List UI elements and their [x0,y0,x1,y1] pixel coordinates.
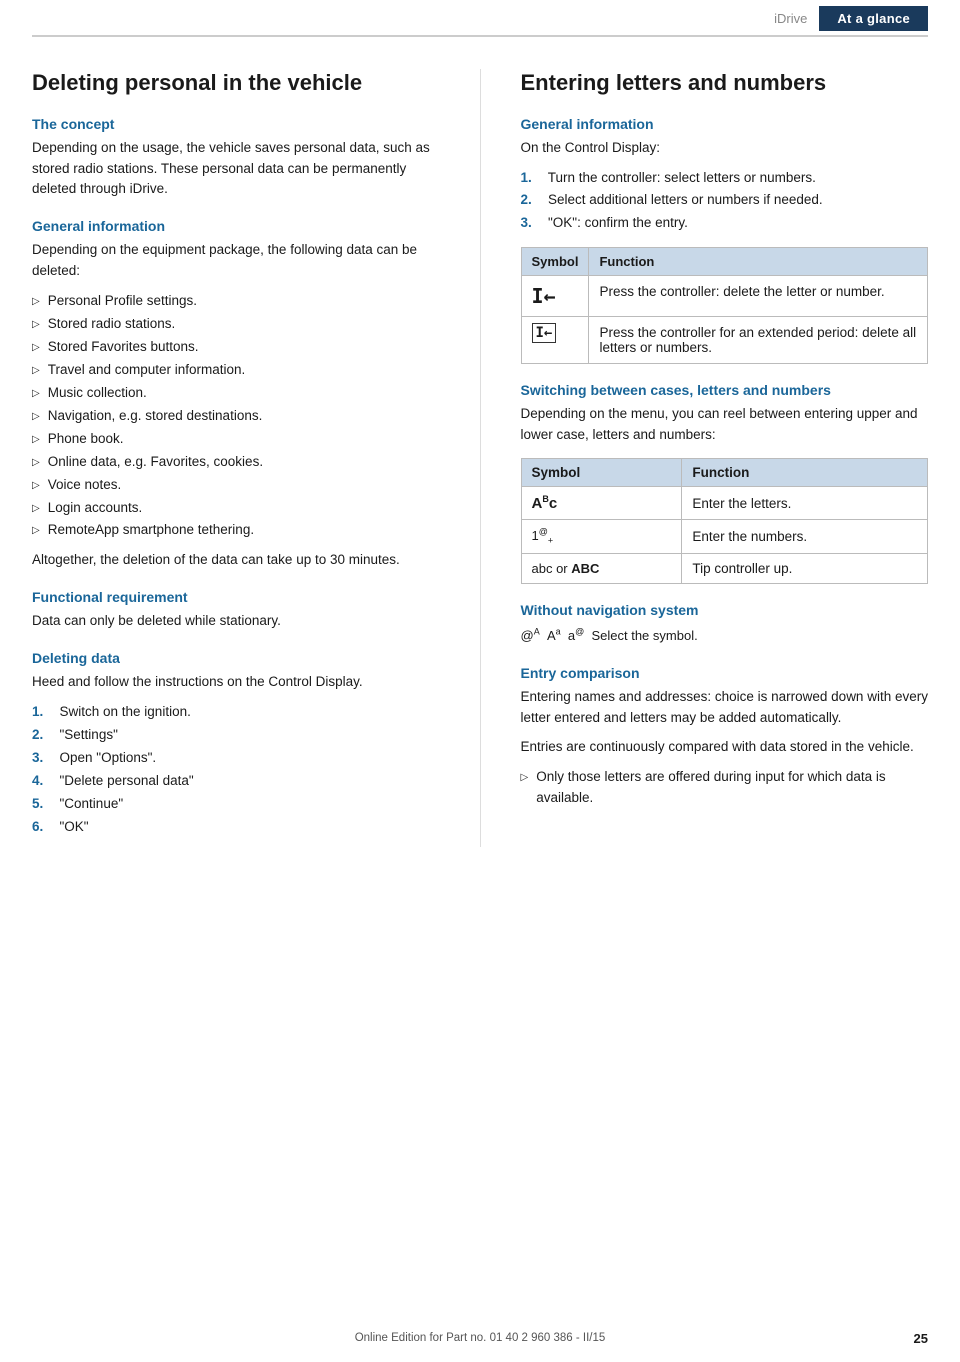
page-footer: Online Edition for Part no. 01 40 2 960 … [0,1332,960,1344]
step-item: 1. Switch on the ignition. [32,701,440,724]
functional-text: Data can only be deleted while stationar… [32,611,440,632]
general-info-after: Altogether, the deletion of the data can… [32,550,440,571]
right-main-title: Entering letters and numbers [521,69,929,98]
deleting-steps: 1. Switch on the ignition. 2. "Settings"… [32,701,440,839]
subsection-switching: Switching between cases, letters and num… [521,382,929,398]
without-nav-content: @A Aa a@ Select the symbol. [521,626,929,647]
subsection-without-nav: Without navigation system [521,602,929,618]
table-row: I← Press the controller: delete the lett… [521,276,928,317]
function-cell: Enter the numbers. [682,520,928,554]
list-item: Only those letters are offered during in… [521,766,929,810]
switch-header-function: Function [682,459,928,487]
header-brand: iDrive [32,11,819,26]
right-general-intro: On the Control Display: [521,138,929,159]
step-item: 4. "Delete personal data" [32,770,440,793]
step-item: 3. Open "Options". [32,747,440,770]
subsection-general-info-right: General information [521,116,929,132]
subsection-entry-comparison: Entry comparison [521,665,929,681]
list-item: Online data, e.g. Favorites, cookies. [32,451,440,474]
left-main-title: Deleting personal in the vehicle [32,69,440,98]
list-item: Voice notes. [32,474,440,497]
list-item: Navigation, e.g. stored destinations. [32,405,440,428]
table-row: 1@+ Enter the numbers. [521,520,928,554]
list-item: Personal Profile settings. [32,290,440,313]
entry-comparison-list: Only those letters are offered during in… [521,766,929,810]
symbol-cell: I← [521,317,589,364]
switch-table: Symbol Function ABc Enter the letters. 1… [521,458,929,584]
step-item: 2. Select additional letters or numbers … [521,189,929,212]
concept-text: Depending on the usage, the vehicle save… [32,138,440,201]
general-info-list: Personal Profile settings. Stored radio … [32,290,440,542]
footer-text: Online Edition for Part no. 01 40 2 960 … [32,1332,928,1344]
step-item: 2. "Settings" [32,724,440,747]
step-item: 6. "OK" [32,816,440,839]
switch-header-symbol: Symbol [521,459,682,487]
step-item: 1. Turn the controller: select letters o… [521,167,929,190]
right-column: Entering letters and numbers General inf… [521,69,929,847]
page-header: iDrive At a glance [32,0,928,37]
list-item: Login accounts. [32,497,440,520]
entry-comparison-text1: Entering names and addresses: choice is … [521,687,929,729]
switching-intro: Depending on the menu, you can reel betw… [521,404,929,446]
column-divider [480,69,481,847]
deleting-intro: Heed and follow the instructions on the … [32,672,440,693]
function-cell: Press the controller for an extended per… [589,317,928,364]
table-header-symbol: Symbol [521,248,589,276]
table-header-function: Function [589,248,928,276]
table-row: I← Press the controller for an extended … [521,317,928,364]
left-column: Deleting personal in the vehicle The con… [32,69,440,847]
symbol-cell: I← [521,276,589,317]
subsection-general-info: General information [32,218,440,234]
list-item: Stored radio stations. [32,313,440,336]
page-content: Deleting personal in the vehicle The con… [0,37,960,887]
function-cell: Tip controller up. [682,554,928,584]
table-row: ABc Enter the letters. [521,487,928,520]
list-item: RemoteApp smartphone tethering. [32,519,440,542]
table-row: abc or ABC Tip controller up. [521,554,928,584]
symbol-cell: abc or ABC [521,554,682,584]
subsection-deleting-data: Deleting data [32,650,440,666]
entry-comparison-text2: Entries are continuously compared with d… [521,737,929,758]
symbol-table-1: Symbol Function I← Press the controller:… [521,247,929,364]
subsection-functional: Functional requirement [32,589,440,605]
step-item: 3. "OK": confirm the entry. [521,212,929,235]
list-item: Phone book. [32,428,440,451]
symbol-cell: ABc [521,487,682,520]
symbol-cell: 1@+ [521,520,682,554]
right-steps: 1. Turn the controller: select letters o… [521,167,929,236]
function-cell: Press the controller: delete the letter … [589,276,928,317]
list-item: Travel and computer information. [32,359,440,382]
subsection-the-concept: The concept [32,116,440,132]
step-item: 5. "Continue" [32,793,440,816]
function-cell: Enter the letters. [682,487,928,520]
footer-page: 25 [914,1331,928,1346]
list-item: Stored Favorites buttons. [32,336,440,359]
list-item: Music collection. [32,382,440,405]
without-nav-text: @A Aa a@ Select the symbol. [521,626,929,647]
general-info-intro: Depending on the equipment package, the … [32,240,440,282]
header-tab: At a glance [819,6,928,31]
